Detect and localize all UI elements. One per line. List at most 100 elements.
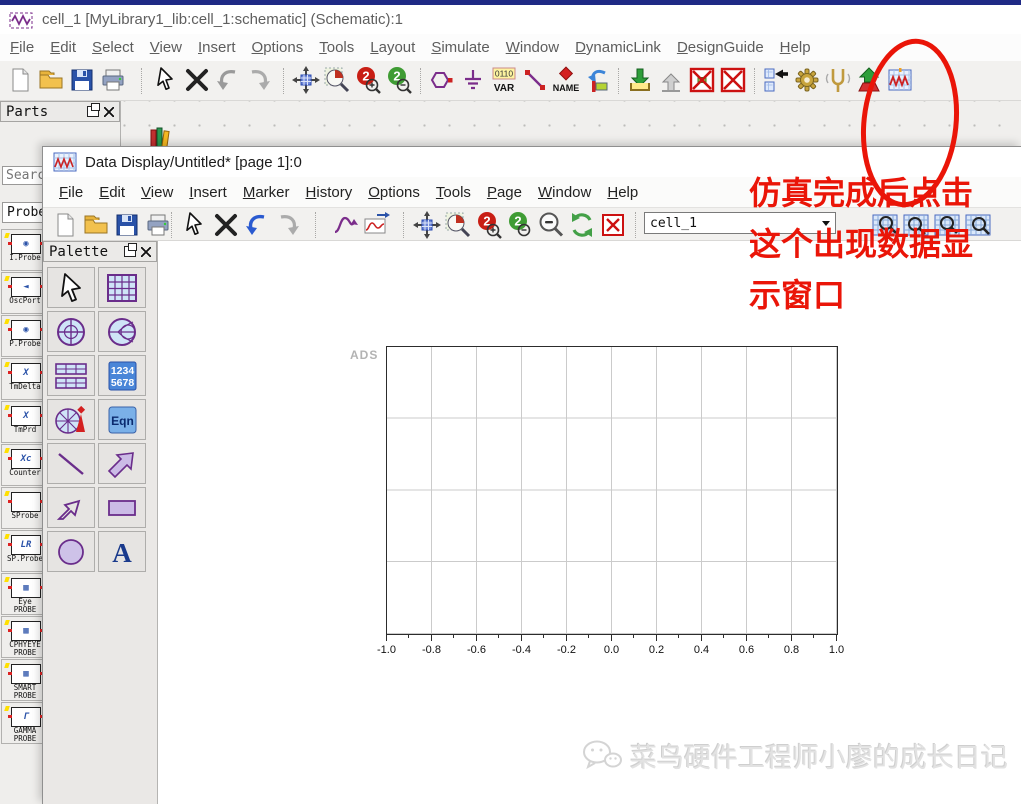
menu-item[interactable]: Marker	[235, 181, 298, 204]
zoom-area-icon[interactable]	[323, 66, 351, 94]
save-icon[interactable]	[68, 66, 96, 94]
dd-canvas[interactable]: ADS -1.0 -0.8 -0.6 -0.4 -0.2 0.0 0.2 0.4 0.6 0.8 1…	[158, 241, 1021, 804]
palette-circle-icon[interactable]	[47, 531, 95, 572]
zoom-in-2x-icon[interactable]: 2	[475, 211, 503, 239]
delete-icon[interactable]	[183, 66, 211, 94]
new-file-icon[interactable]	[6, 66, 34, 94]
new-file-icon[interactable]	[51, 211, 79, 239]
menu-item[interactable]: File	[51, 181, 91, 204]
zoom-out-icon[interactable]	[537, 211, 565, 239]
svg-text:0110: 0110	[495, 69, 514, 79]
open-folder-icon[interactable]	[37, 66, 65, 94]
palette-arrow-icon[interactable]	[98, 443, 146, 484]
part-pin-marker	[4, 620, 10, 625]
part-pin-marker	[4, 448, 10, 453]
parts-panel-header[interactable]: Parts	[0, 101, 120, 122]
menu-item[interactable]: Insert	[181, 181, 235, 204]
palette-list-plot-icon[interactable]	[47, 355, 95, 396]
menu-item[interactable]: DynamicLink	[567, 36, 669, 59]
deactivate-icon[interactable]	[688, 66, 716, 94]
palette-smith-chart-icon[interactable]	[98, 311, 146, 352]
menu-item[interactable]: View	[142, 36, 190, 59]
annotation-line: 示窗口	[749, 277, 846, 313]
delete-icon[interactable]	[212, 211, 240, 239]
palette-polyline-icon[interactable]	[47, 487, 95, 528]
refresh-plot-icon[interactable]	[568, 211, 596, 239]
menu-item[interactable]: Edit	[91, 181, 133, 204]
menu-item[interactable]: View	[133, 181, 181, 204]
menu-item[interactable]: Window	[498, 36, 567, 59]
palette-polar-plot-icon[interactable]	[47, 311, 95, 352]
palette-numeric-display-icon[interactable]: 1234 5678	[98, 355, 146, 396]
plot-update-icon[interactable]	[362, 211, 390, 239]
zoom-out-2x-icon[interactable]: 2	[506, 211, 534, 239]
empty-plot[interactable]	[386, 346, 838, 635]
zoom-in-2x-icon[interactable]: 2	[354, 66, 382, 94]
select-cursor-icon[interactable]	[181, 211, 209, 239]
open-folder-icon[interactable]	[82, 211, 110, 239]
toolbar-separator	[635, 212, 636, 238]
palette-text-icon[interactable]: A	[98, 531, 146, 572]
palette-panel-header[interactable]: Palette	[43, 241, 157, 262]
part-component-icon: ▦	[8, 578, 44, 598]
menu-item[interactable]: Tools	[311, 36, 362, 59]
part-pin-marker	[4, 362, 10, 367]
save-icon[interactable]	[113, 211, 141, 239]
zoom-out-2x-icon[interactable]: 2	[385, 66, 413, 94]
insert-var-icon[interactable]: 0110 VAR	[490, 66, 518, 94]
undo-icon[interactable]	[243, 211, 271, 239]
push-into-hierarchy-icon[interactable]	[762, 66, 790, 94]
menu-item[interactable]: File	[2, 36, 42, 59]
panel-close-icon[interactable]	[104, 106, 114, 117]
zoom-area-icon[interactable]	[444, 211, 472, 239]
palette-rectangle-icon[interactable]	[98, 487, 146, 528]
palette-rectangular-plot-icon[interactable]	[98, 267, 146, 308]
insert-wire-icon[interactable]	[521, 66, 549, 94]
insert-component-icon[interactable]	[428, 66, 456, 94]
panel-float-icon[interactable]	[124, 243, 137, 257]
menu-item[interactable]: Help	[599, 181, 646, 204]
insert-wire-route-icon[interactable]	[583, 66, 611, 94]
menu-item[interactable]: Simulate	[423, 36, 497, 59]
palette-antenna-plot-icon[interactable]	[47, 399, 95, 440]
undo-icon[interactable]	[214, 66, 242, 94]
menu-item[interactable]: Edit	[42, 36, 84, 59]
data-display-window-icon	[53, 152, 77, 172]
insert-marker-icon[interactable]	[331, 211, 359, 239]
menu-item[interactable]: Help	[772, 36, 819, 59]
redo-icon[interactable]	[274, 211, 302, 239]
close-box-icon[interactable]	[599, 211, 627, 239]
select-cursor-icon[interactable]	[152, 66, 180, 94]
menu-item[interactable]: DesignGuide	[669, 36, 772, 59]
activate-icon[interactable]	[657, 66, 685, 94]
menu-item[interactable]: Options	[244, 36, 312, 59]
edit-toolbar-group	[152, 66, 273, 94]
menu-item[interactable]: Window	[530, 181, 599, 204]
menu-item[interactable]: Select	[84, 36, 142, 59]
panel-close-icon[interactable]	[141, 246, 151, 257]
x-tick-label: 1.0	[828, 644, 845, 656]
pan-icon[interactable]	[292, 66, 320, 94]
x-tick-label: 0.4	[693, 644, 710, 656]
deactivate-all-icon[interactable]	[719, 66, 747, 94]
print-icon[interactable]	[144, 211, 172, 239]
palette-select-cursor-icon[interactable]	[47, 267, 95, 308]
insert-template-icon[interactable]	[626, 66, 654, 94]
menu-item[interactable]: Insert	[190, 36, 244, 59]
panel-float-icon[interactable]	[87, 103, 100, 117]
menu-item[interactable]: Page	[479, 181, 530, 204]
simulation-settings-gear-icon[interactable]	[793, 66, 821, 94]
menu-item[interactable]: History	[298, 181, 361, 204]
palette-line-icon[interactable]	[47, 443, 95, 484]
palette-equation-icon[interactable]: Eqn	[98, 399, 146, 440]
insert-name-icon[interactable]: NAME	[552, 66, 580, 94]
insert-ground-icon[interactable]	[459, 66, 487, 94]
redo-icon[interactable]	[245, 66, 273, 94]
menu-item[interactable]: Tools	[428, 181, 479, 204]
menu-item[interactable]: Options	[360, 181, 428, 204]
pan-icon[interactable]	[413, 211, 441, 239]
palette-grid: 1234 5678 Eqn A	[43, 262, 157, 577]
print-icon[interactable]	[99, 66, 127, 94]
menu-item[interactable]: Layout	[362, 36, 423, 59]
tune-parameters-icon[interactable]	[824, 66, 852, 94]
